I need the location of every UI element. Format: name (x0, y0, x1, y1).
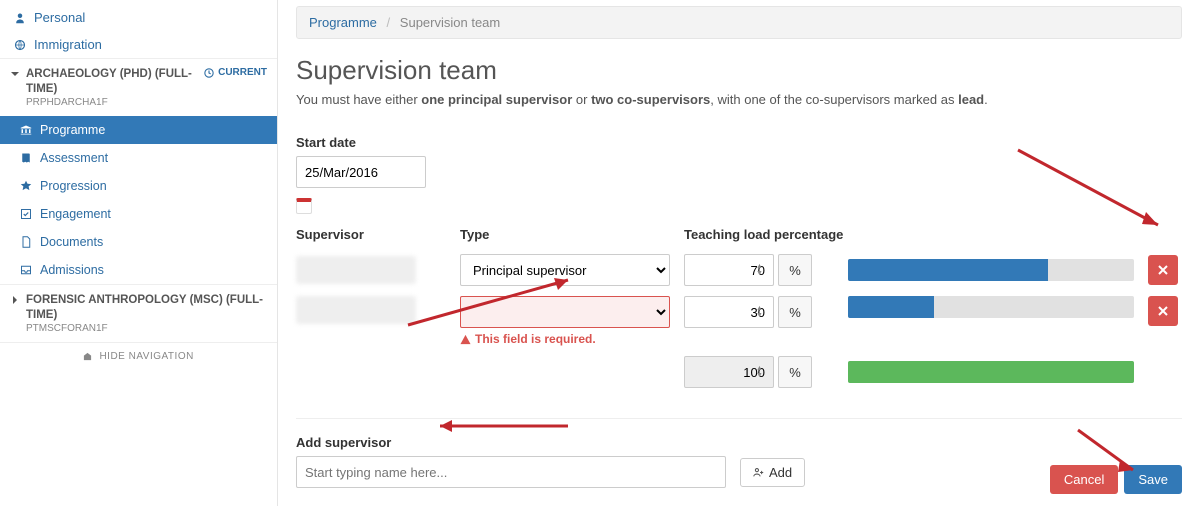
sidebar-sub-label: Documents (40, 235, 103, 249)
warning-icon (460, 334, 471, 345)
check-square-icon (20, 208, 32, 220)
col-header-type: Type (460, 227, 670, 242)
breadcrumb-current: Supervision team (400, 15, 500, 30)
hide-navigation-button[interactable]: HIDE NAVIGATION (0, 342, 277, 370)
breadcrumb-parent[interactable]: Programme (309, 15, 377, 30)
field-error: This field is required. (460, 332, 670, 346)
sidebar-sub-label: Programme (40, 123, 105, 137)
programme-title: ARCHAEOLOGY (PHD) (FULL-TIME) (26, 67, 198, 97)
start-date-input[interactable] (296, 156, 426, 188)
programme-header-archaeology[interactable]: ARCHAEOLOGY (PHD) (FULL-TIME) PRPHDARCHA… (0, 58, 277, 116)
chevron-right-icon (10, 295, 20, 305)
add-button[interactable]: Add (740, 458, 805, 487)
sidebar-sub-label: Assessment (40, 151, 108, 165)
programme-title: FORENSIC ANTHROPOLOGY (MSC) (FULL-TIME) (26, 293, 267, 323)
close-icon (1158, 265, 1168, 275)
user-plus-icon (753, 467, 764, 478)
col-header-supervisor: Supervisor (296, 227, 446, 242)
start-date-label: Start date (296, 135, 1182, 150)
total-bar (848, 361, 1134, 383)
sidebar-item-label: Immigration (34, 37, 102, 52)
spinner-buttons[interactable]: ▲▼ (756, 298, 772, 326)
programme-header-forensic[interactable]: FORENSIC ANTHROPOLOGY (MSC) (FULL-TIME) … (0, 284, 277, 342)
supervisor-row: This field is required. ▲▼ % (296, 296, 1182, 346)
percent-button[interactable]: % (778, 254, 812, 286)
breadcrumb-separator: / (387, 15, 391, 30)
delete-row-button[interactable] (1148, 255, 1178, 285)
clock-icon (204, 68, 214, 78)
sidebar-sub-admissions[interactable]: Admissions (0, 256, 277, 284)
spinner-buttons[interactable]: ▲▼ (756, 256, 772, 284)
type-select[interactable]: Principal supervisor (460, 254, 670, 286)
book-icon (20, 152, 32, 164)
load-bar (848, 259, 1134, 281)
delete-row-button[interactable] (1148, 296, 1178, 326)
type-select[interactable] (460, 296, 670, 328)
supervisor-name-redacted (296, 296, 416, 324)
bank-icon (20, 124, 32, 136)
breadcrumb: Programme / Supervision team (296, 6, 1182, 39)
sidebar-sub-programme[interactable]: Programme (0, 116, 277, 144)
sidebar-sub-label: Progression (40, 179, 107, 193)
programme-code: PRPHDARCHA1F (26, 97, 198, 108)
home-icon (83, 352, 92, 361)
calendar-icon[interactable] (296, 198, 312, 214)
percent-button: % (778, 356, 812, 388)
sidebar-sub-label: Admissions (40, 263, 104, 277)
sidebar: Personal Immigration ARCHAEOLOGY (PHD) (… (0, 0, 278, 506)
sidebar-sub-documents[interactable]: Documents (0, 228, 277, 256)
file-icon (20, 236, 32, 248)
cancel-button[interactable]: Cancel (1050, 465, 1118, 494)
close-icon (1158, 306, 1168, 316)
add-supervisor-label: Add supervisor (296, 435, 1182, 450)
user-icon (14, 12, 26, 24)
load-bar (848, 296, 1134, 318)
inbox-icon (20, 264, 32, 276)
save-button[interactable]: Save (1124, 465, 1182, 494)
total-row: ▲▼ % (296, 356, 1182, 388)
spinner-buttons: ▲▼ (756, 358, 772, 386)
star-icon (20, 180, 32, 192)
main-panel: Programme / Supervision team Supervision… (278, 0, 1200, 506)
sidebar-item-label: Personal (34, 10, 85, 25)
sidebar-sub-assessment[interactable]: Assessment (0, 144, 277, 172)
sidebar-item-immigration[interactable]: Immigration (0, 31, 277, 58)
footer-buttons: Cancel Save (1050, 465, 1182, 494)
page-subtitle: You must have either one principal super… (296, 92, 1182, 107)
chevron-down-icon (10, 69, 20, 79)
supervisor-row: Principal supervisor ▲▼ % (296, 254, 1182, 286)
col-header-load: Teaching load percentage (684, 227, 843, 242)
percent-button[interactable]: % (778, 296, 812, 328)
add-supervisor-input[interactable] (296, 456, 726, 488)
sidebar-sub-label: Engagement (40, 207, 111, 221)
sidebar-item-personal[interactable]: Personal (0, 4, 277, 31)
current-badge: CURRENT (204, 67, 267, 78)
sidebar-sub-engagement[interactable]: Engagement (0, 200, 277, 228)
globe-icon (14, 39, 26, 51)
sidebar-sub-progression[interactable]: Progression (0, 172, 277, 200)
supervisor-name-redacted (296, 256, 416, 284)
programme-code: PTMSCFORAN1F (26, 323, 267, 334)
page-title: Supervision team (296, 55, 1182, 86)
